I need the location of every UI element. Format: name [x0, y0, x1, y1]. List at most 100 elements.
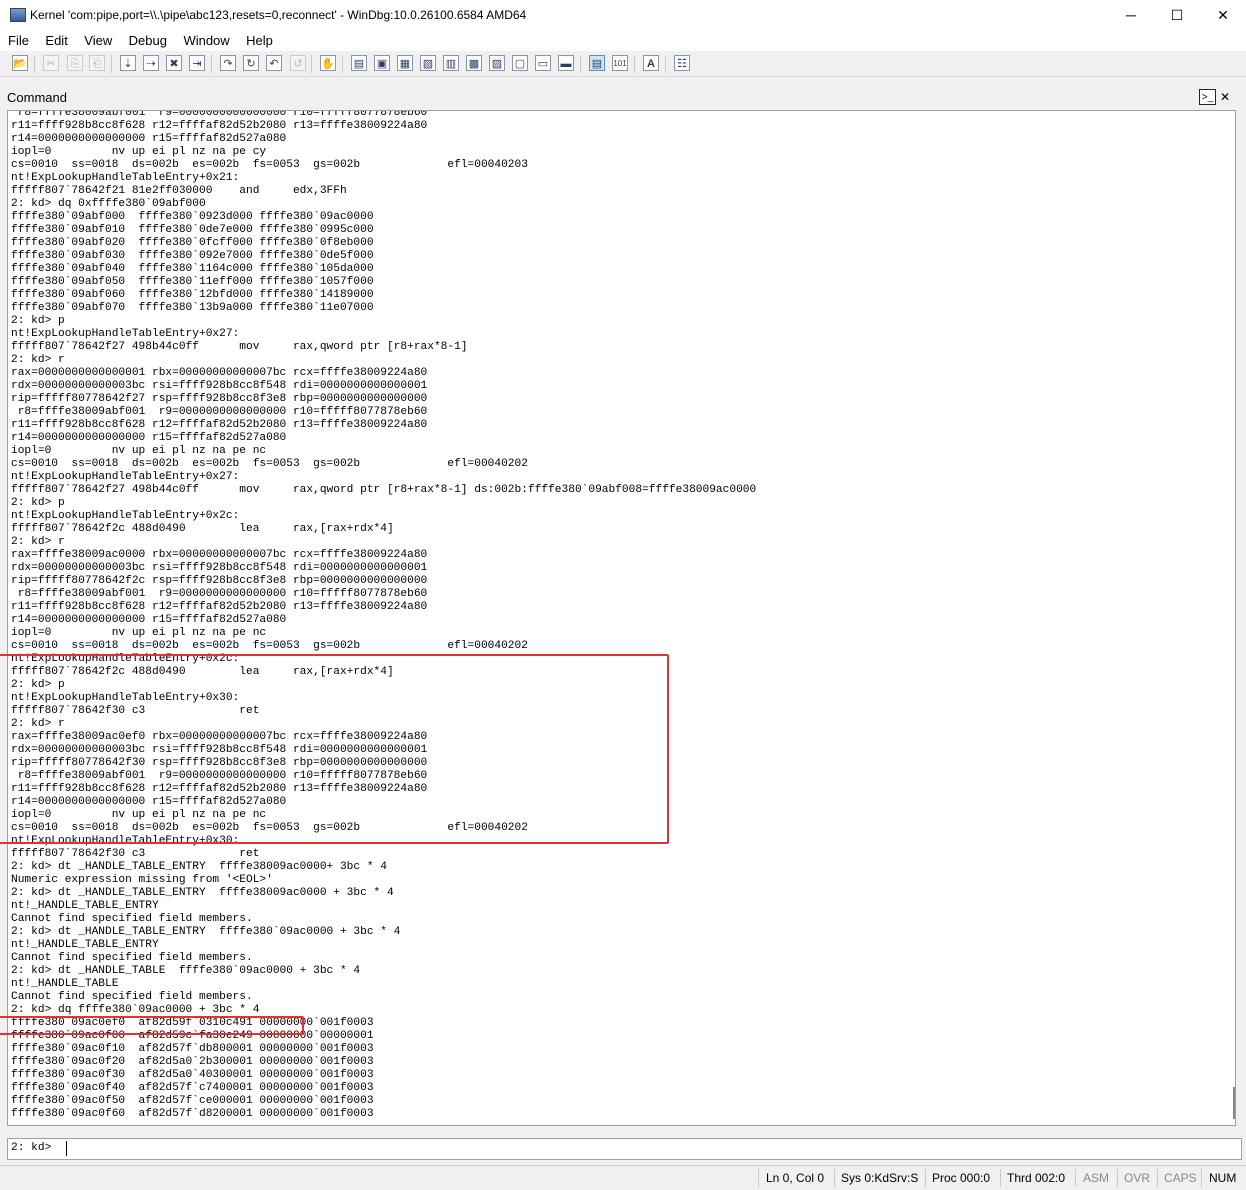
output-line: nt!_HANDLE_TABLE_ENTRY	[11, 900, 159, 912]
window-title: Kernel 'com:pipe,port=\\.\pipe\abc123,re…	[30, 8, 527, 22]
run-to-cursor-icon[interactable]: ↺	[290, 55, 306, 71]
watch-window-icon[interactable]: ▣	[374, 55, 390, 71]
restart-icon[interactable]: ⇢	[143, 55, 159, 71]
output-line: ffffe380`09abf000 ffffe380`0923d000 ffff…	[11, 211, 374, 223]
output-line: cs=0010 ss=0018 ds=002b es=002b fs=0053 …	[11, 640, 528, 652]
status-thrd: Thrd 002:0	[1007, 1171, 1066, 1185]
output-line: r14=0000000000000000 r15=ffffaf82d527a08…	[11, 432, 287, 444]
command-window-icon[interactable]: ▤	[351, 55, 367, 71]
processes-threads-icon[interactable]: ▭	[535, 55, 551, 71]
status-asm: ASM	[1083, 1171, 1110, 1185]
toolbar-separator	[211, 55, 212, 73]
status-separator	[834, 1169, 835, 1187]
output-line: nt!ExpLookupHandleTableEntry+0x2c:	[11, 510, 240, 522]
step-into-icon[interactable]: ↷	[220, 55, 236, 71]
command-window-title: Command	[7, 90, 67, 105]
command-window-close-icon[interactable]: ✕	[1220, 90, 1230, 104]
font-icon[interactable]: A	[643, 55, 659, 71]
vertical-scrollbar[interactable]	[1229, 111, 1235, 1125]
output-line: rax=ffffe38009ac0000 rbx=00000000000007b…	[11, 549, 428, 561]
cut-icon[interactable]: ✂	[43, 55, 59, 71]
output-line: ffffe380`09abf020 ffffe380`0fcff000 ffff…	[11, 237, 374, 249]
command-prompt: 2: kd>	[11, 1142, 52, 1154]
output-line: iopl=0 nv up ei pl nz na pe nc	[11, 445, 267, 457]
memory-window-icon[interactable]: ▥	[443, 55, 459, 71]
output-line: 2: kd> dt _HANDLE_TABLE_ENTRY ffffe38009…	[11, 887, 394, 899]
output-line: iopl=0 nv up ei pl nz na pe cy	[11, 146, 267, 158]
output-line: cs=0010 ss=0018 ds=002b es=002b fs=0053 …	[11, 458, 528, 470]
command-output-text: r8=ffffe38009abf001 r9=0000000000000000 …	[11, 111, 756, 1121]
output-line: ffffe380`09ac0f20 af82d5a0`2b300001 0000…	[11, 1056, 374, 1068]
output-line: r14=0000000000000000 r15=ffffaf82d527a08…	[11, 133, 287, 145]
toolbar-separator	[34, 55, 35, 73]
toolbar: 📂 ✂ ⎘ ⎗ ⇣ ⇢ ✖ ⇥ ↷ ↻ ↶ ↺ ✋ ▤ ▣ ▦ ▧ ▥ ▩ ▨ …	[0, 52, 1246, 77]
output-line: 2: kd> dt _HANDLE_TABLE_ENTRY ffffe380`0…	[11, 926, 401, 938]
scrollbar-thumb[interactable]	[1233, 1087, 1235, 1119]
status-ovr: OVR	[1124, 1171, 1151, 1185]
output-line: ffffe380`09abf010 ffffe380`0de7e000 ffff…	[11, 224, 374, 236]
output-line: ffffe380`09abf030 ffffe380`092e7000 ffff…	[11, 250, 374, 262]
hex-mode-icon[interactable]: 101	[612, 55, 628, 71]
status-separator	[1075, 1169, 1076, 1187]
toolbar-separator	[111, 55, 112, 73]
copy-icon[interactable]: ⎘	[67, 55, 83, 71]
scratch-pad-icon[interactable]: ▢	[512, 55, 528, 71]
close-button[interactable]: ✕	[1200, 0, 1246, 31]
menu-file[interactable]: File	[2, 31, 35, 51]
output-line: r8=ffffe38009abf001 r9=0000000000000000 …	[11, 588, 428, 600]
break-icon[interactable]: ⇥	[189, 55, 205, 71]
menu-edit[interactable]: Edit	[39, 31, 73, 51]
output-line: Cannot find specified field members.	[11, 952, 253, 964]
output-line: nt!_HANDLE_TABLE	[11, 978, 119, 990]
command-window: Command >_ ✕ r8=ffffe38009abf001 r9=0000…	[0, 86, 1246, 1160]
status-position: Ln 0, Col 0	[766, 1171, 825, 1185]
output-line: fffff807`78642f27 498b44c0ff mov rax,qwo…	[11, 341, 468, 353]
command-browser-icon[interactable]: ▬	[558, 55, 574, 71]
source-mode-icon[interactable]: ▤	[589, 55, 605, 71]
step-over-icon[interactable]: ↻	[243, 55, 259, 71]
menu-view[interactable]: View	[78, 31, 118, 51]
output-line: ffffe380`09abf070 ffffe380`13b9a000 ffff…	[11, 302, 374, 314]
breakpoint-hand-icon[interactable]: ✋	[320, 55, 336, 71]
registers-window-icon[interactable]: ▧	[420, 55, 436, 71]
output-line: rdx=00000000000003bc rsi=ffff928b8cc8f54…	[11, 562, 428, 574]
output-line: r11=ffff928b8cc8f628 r12=ffffaf82d52b208…	[11, 419, 428, 431]
options-icon[interactable]: ☷	[674, 55, 690, 71]
output-line: ffffe380`09ac0f40 af82d57f`c7400001 0000…	[11, 1082, 374, 1094]
menu-help[interactable]: Help	[240, 31, 279, 51]
status-separator	[925, 1169, 926, 1187]
output-line: 2: kd> p	[11, 315, 65, 327]
menu-window[interactable]: Window	[177, 31, 235, 51]
status-separator	[1157, 1169, 1158, 1187]
command-output[interactable]: r8=ffffe38009abf001 r9=0000000000000000 …	[7, 110, 1236, 1126]
open-icon[interactable]: 📂	[12, 55, 28, 71]
status-sys: Sys 0:KdSrv:S	[841, 1171, 919, 1185]
minimize-button[interactable]: ─	[1108, 0, 1154, 31]
command-prompt-icon[interactable]: >_	[1199, 89, 1216, 105]
output-line: ffffe380`09ac0f10 af82d57f`db800001 0000…	[11, 1043, 374, 1055]
maximize-button[interactable]: ☐	[1154, 0, 1200, 31]
stop-debugging-icon[interactable]: ✖	[166, 55, 182, 71]
status-caps: CAPS	[1164, 1171, 1197, 1185]
output-line: 2: kd> r	[11, 536, 65, 548]
go-icon[interactable]: ⇣	[120, 55, 136, 71]
output-line: 2: kd> p	[11, 497, 65, 509]
status-proc: Proc 000:0	[932, 1171, 991, 1185]
output-line: ffffe380`09abf050 ffffe380`11eff000 ffff…	[11, 276, 374, 288]
output-line: r8=ffffe38009abf001 r9=0000000000000000 …	[11, 406, 428, 418]
output-line: 2: kd> r	[11, 354, 65, 366]
output-line: Numeric expression missing from '<EOL>'	[11, 874, 273, 886]
paste-icon[interactable]: ⎗	[89, 55, 105, 71]
output-line: iopl=0 nv up ei pl nz na pe nc	[11, 627, 267, 639]
output-line: Cannot find specified field members.	[11, 991, 253, 1003]
locals-window-icon[interactable]: ▦	[397, 55, 413, 71]
output-line: fffff807`78642f21 81e2ff030000 and edx,3…	[11, 185, 347, 197]
output-line: nt!ExpLookupHandleTableEntry+0x27:	[11, 471, 240, 483]
disassembly-window-icon[interactable]: ▨	[489, 55, 505, 71]
step-out-icon[interactable]: ↶	[266, 55, 282, 71]
status-separator	[1000, 1169, 1001, 1187]
output-line: r14=0000000000000000 r15=ffffaf82d527a08…	[11, 614, 287, 626]
command-input[interactable]: 2: kd>	[7, 1138, 1242, 1160]
menu-debug[interactable]: Debug	[123, 31, 173, 51]
call-stack-window-icon[interactable]: ▩	[466, 55, 482, 71]
